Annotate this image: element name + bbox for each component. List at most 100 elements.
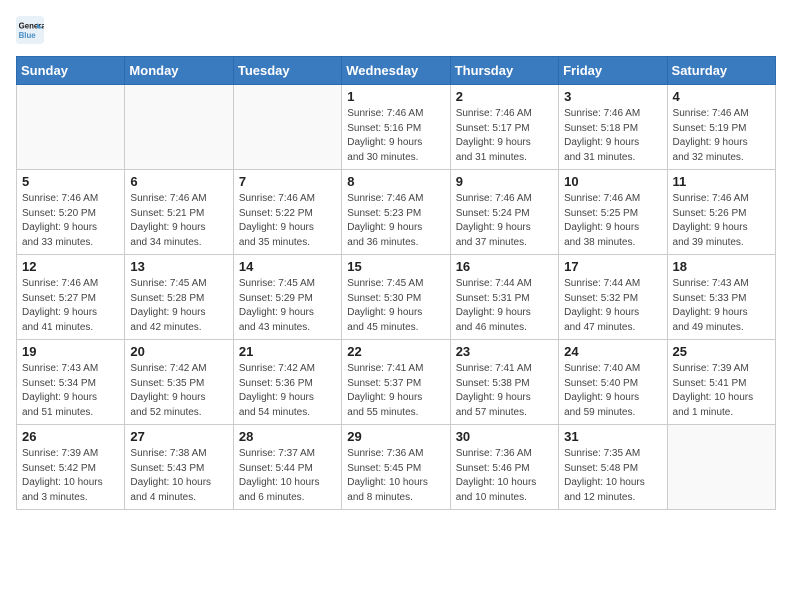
calendar-cell: 29Sunrise: 7:36 AM Sunset: 5:45 PM Dayli… (342, 425, 450, 510)
day-number: 17 (564, 259, 661, 274)
day-detail: Sunrise: 7:46 AM Sunset: 5:24 PM Dayligh… (456, 192, 553, 250)
day-detail: Sunrise: 7:41 AM Sunset: 5:37 PM Dayligh… (347, 362, 444, 420)
calendar-cell: 2 Sunrise: 7:46 AM Sunset: 5:17 PM Daylig… (450, 85, 558, 170)
day-detail: Sunrise: 7:44 AM Sunset: 5:32 PM Dayligh… (564, 277, 661, 335)
day-number: 24 (564, 344, 661, 359)
day-number: 23 (456, 344, 553, 359)
day-detail: Sunrise: 7:46 AM Sunset: 5:16 PM Dayligh… (347, 107, 444, 165)
calendar-table: SundayMondayTuesdayWednesdayThursdayFrid… (16, 56, 776, 510)
day-number: 7 (239, 174, 336, 189)
day-detail: Sunrise: 7:46 AM Sunset: 5:26 PM Dayligh… (673, 192, 770, 250)
calendar-cell: 26Sunrise: 7:39 AM Sunset: 5:42 PM Dayli… (17, 425, 125, 510)
day-header-sunday: Sunday (17, 57, 125, 85)
day-detail: Sunrise: 7:45 AM Sunset: 5:30 PM Dayligh… (347, 277, 444, 335)
day-detail: Sunrise: 7:46 AM Sunset: 5:22 PM Dayligh… (239, 192, 336, 250)
day-detail: Sunrise: 7:45 AM Sunset: 5:29 PM Dayligh… (239, 277, 336, 335)
day-detail: Sunrise: 7:39 AM Sunset: 5:41 PM Dayligh… (673, 362, 770, 420)
day-number: 1 (347, 89, 444, 104)
day-detail: Sunrise: 7:37 AM Sunset: 5:44 PM Dayligh… (239, 447, 336, 505)
day-number: 28 (239, 429, 336, 444)
day-header-saturday: Saturday (667, 57, 775, 85)
logo: General Blue (16, 16, 48, 44)
calendar-cell: 22 Sunrise: 7:41 AM Sunset: 5:37 PM Dayli… (342, 340, 450, 425)
calendar-week-row: 5 Sunrise: 7:46 AM Sunset: 5:20 PM Daylig… (17, 170, 776, 255)
day-number: 14 (239, 259, 336, 274)
calendar-week-row: 12 Sunrise: 7:46 AM Sunset: 5:27 PM Dayli… (17, 255, 776, 340)
day-number: 10 (564, 174, 661, 189)
day-detail: Sunrise: 7:43 AM Sunset: 5:34 PM Dayligh… (22, 362, 119, 420)
calendar-cell: 19 Sunrise: 7:43 AM Sunset: 5:34 PM Dayli… (17, 340, 125, 425)
day-detail: Sunrise: 7:46 AM Sunset: 5:20 PM Dayligh… (22, 192, 119, 250)
day-detail: Sunrise: 7:42 AM Sunset: 5:35 PM Dayligh… (130, 362, 227, 420)
day-detail: Sunrise: 7:46 AM Sunset: 5:27 PM Dayligh… (22, 277, 119, 335)
calendar-cell: 24 Sunrise: 7:40 AM Sunset: 5:40 PM Dayli… (559, 340, 667, 425)
calendar-cell (17, 85, 125, 170)
calendar-week-row: 26Sunrise: 7:39 AM Sunset: 5:42 PM Dayli… (17, 425, 776, 510)
day-number: 18 (673, 259, 770, 274)
day-detail: Sunrise: 7:46 AM Sunset: 5:23 PM Dayligh… (347, 192, 444, 250)
day-detail: Sunrise: 7:36 AM Sunset: 5:46 PM Dayligh… (456, 447, 553, 505)
calendar-cell: 28 Sunrise: 7:37 AM Sunset: 5:44 PM Dayli… (233, 425, 341, 510)
calendar-cell: 10 Sunrise: 7:46 AM Sunset: 5:25 PM Dayli… (559, 170, 667, 255)
calendar-header-row: SundayMondayTuesdayWednesdayThursdayFrid… (17, 57, 776, 85)
day-number: 3 (564, 89, 661, 104)
day-detail: Sunrise: 7:46 AM Sunset: 5:17 PM Dayligh… (456, 107, 553, 165)
calendar-cell: 25 Sunrise: 7:39 AM Sunset: 5:41 PM Dayli… (667, 340, 775, 425)
day-detail: Sunrise: 7:44 AM Sunset: 5:31 PM Dayligh… (456, 277, 553, 335)
calendar-cell: 20Sunrise: 7:42 AM Sunset: 5:35 PM Dayli… (125, 340, 233, 425)
day-detail: Sunrise: 7:42 AM Sunset: 5:36 PM Dayligh… (239, 362, 336, 420)
calendar-cell: 30 Sunrise: 7:36 AM Sunset: 5:46 PM Dayli… (450, 425, 558, 510)
day-number: 22 (347, 344, 444, 359)
calendar-cell: 27 Sunrise: 7:38 AM Sunset: 5:43 PM Dayli… (125, 425, 233, 510)
calendar-cell: 13Sunrise: 7:45 AM Sunset: 5:28 PM Dayli… (125, 255, 233, 340)
day-detail: Sunrise: 7:43 AM Sunset: 5:33 PM Dayligh… (673, 277, 770, 335)
svg-text:Blue: Blue (19, 31, 37, 40)
calendar-cell: 5 Sunrise: 7:46 AM Sunset: 5:20 PM Daylig… (17, 170, 125, 255)
day-number: 5 (22, 174, 119, 189)
calendar-cell: 21 Sunrise: 7:42 AM Sunset: 5:36 PM Dayli… (233, 340, 341, 425)
day-number: 21 (239, 344, 336, 359)
day-number: 13 (130, 259, 227, 274)
calendar-cell: 1 Sunrise: 7:46 AM Sunset: 5:16 PM Daylig… (342, 85, 450, 170)
calendar-cell: 17 Sunrise: 7:44 AM Sunset: 5:32 PM Dayli… (559, 255, 667, 340)
calendar-cell (125, 85, 233, 170)
calendar-cell (667, 425, 775, 510)
svg-text:General: General (19, 21, 44, 30)
calendar-cell: 15 Sunrise: 7:45 AM Sunset: 5:30 PM Dayli… (342, 255, 450, 340)
day-detail: Sunrise: 7:46 AM Sunset: 5:19 PM Dayligh… (673, 107, 770, 165)
calendar-cell: 16Sunrise: 7:44 AM Sunset: 5:31 PM Dayli… (450, 255, 558, 340)
day-number: 27 (130, 429, 227, 444)
calendar-week-row: 19 Sunrise: 7:43 AM Sunset: 5:34 PM Dayli… (17, 340, 776, 425)
day-header-thursday: Thursday (450, 57, 558, 85)
day-detail: Sunrise: 7:36 AM Sunset: 5:45 PM Dayligh… (347, 447, 444, 505)
calendar-cell: 6Sunrise: 7:46 AM Sunset: 5:21 PM Daylig… (125, 170, 233, 255)
day-number: 9 (456, 174, 553, 189)
day-detail: Sunrise: 7:39 AM Sunset: 5:42 PM Dayligh… (22, 447, 119, 505)
day-number: 19 (22, 344, 119, 359)
day-header-wednesday: Wednesday (342, 57, 450, 85)
calendar-cell (233, 85, 341, 170)
page-header: General Blue (16, 16, 776, 44)
day-number: 25 (673, 344, 770, 359)
day-detail: Sunrise: 7:40 AM Sunset: 5:40 PM Dayligh… (564, 362, 661, 420)
day-number: 30 (456, 429, 553, 444)
calendar-cell: 12 Sunrise: 7:46 AM Sunset: 5:27 PM Dayli… (17, 255, 125, 340)
calendar-cell: 9 Sunrise: 7:46 AM Sunset: 5:24 PM Daylig… (450, 170, 558, 255)
day-detail: Sunrise: 7:46 AM Sunset: 5:25 PM Dayligh… (564, 192, 661, 250)
day-detail: Sunrise: 7:46 AM Sunset: 5:18 PM Dayligh… (564, 107, 661, 165)
calendar-cell: 3 Sunrise: 7:46 AM Sunset: 5:18 PM Daylig… (559, 85, 667, 170)
calendar-week-row: 1 Sunrise: 7:46 AM Sunset: 5:16 PM Daylig… (17, 85, 776, 170)
day-header-tuesday: Tuesday (233, 57, 341, 85)
calendar-cell: 14 Sunrise: 7:45 AM Sunset: 5:29 PM Dayli… (233, 255, 341, 340)
day-header-monday: Monday (125, 57, 233, 85)
day-number: 15 (347, 259, 444, 274)
day-number: 6 (130, 174, 227, 189)
day-number: 11 (673, 174, 770, 189)
calendar-cell: 18 Sunrise: 7:43 AM Sunset: 5:33 PM Dayli… (667, 255, 775, 340)
day-number: 12 (22, 259, 119, 274)
day-number: 2 (456, 89, 553, 104)
day-detail: Sunrise: 7:41 AM Sunset: 5:38 PM Dayligh… (456, 362, 553, 420)
day-detail: Sunrise: 7:38 AM Sunset: 5:43 PM Dayligh… (130, 447, 227, 505)
calendar-cell: 23 Sunrise: 7:41 AM Sunset: 5:38 PM Dayli… (450, 340, 558, 425)
calendar-cell: 7 Sunrise: 7:46 AM Sunset: 5:22 PM Daylig… (233, 170, 341, 255)
